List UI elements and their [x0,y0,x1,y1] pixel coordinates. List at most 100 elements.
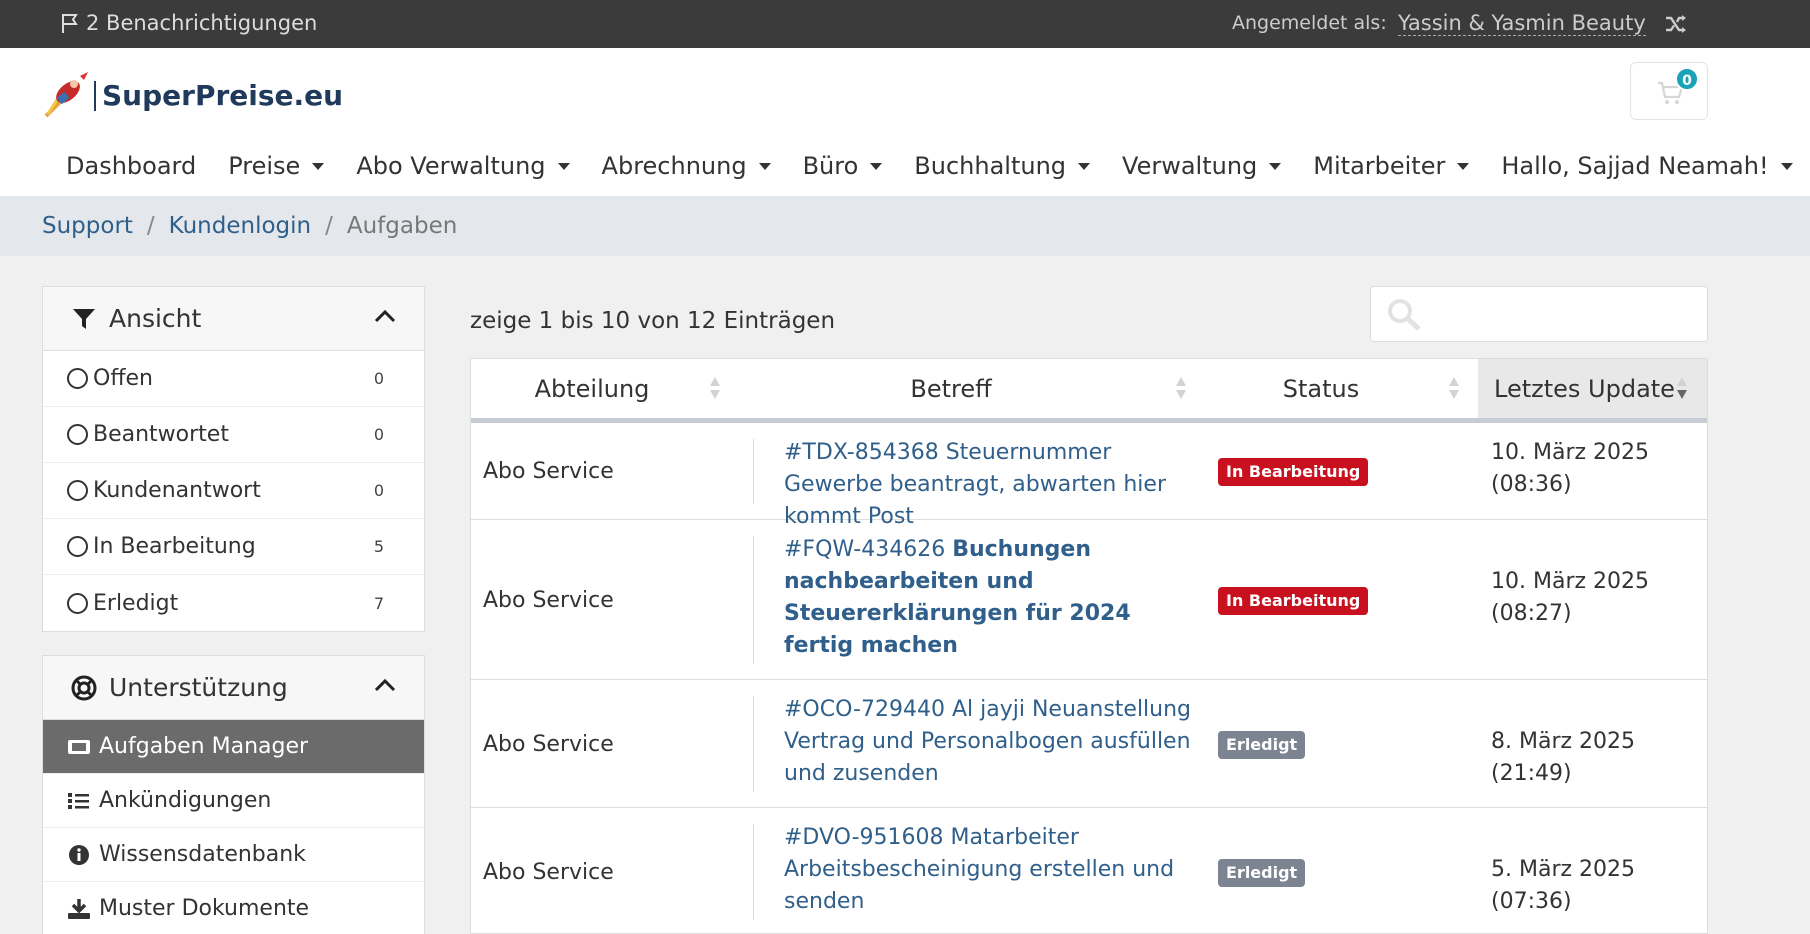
filter-offen[interactable]: Offen 0 [43,351,424,407]
row-department: Abo Service [483,459,614,484]
nav-abo-verwaltung[interactable]: Abo Verwaltung [340,148,585,184]
filter-beantwortet[interactable]: Beantwortet 0 [43,407,424,463]
row-subject-link[interactable]: #DVO-951608 Matarbeiter Arbeitsbescheini… [784,822,1204,918]
caret-down-icon [1078,162,1091,170]
info-icon [69,844,89,865]
radio-icon [67,536,88,557]
sort-desc-icon[interactable] [1676,375,1688,401]
caret-down-icon [1457,162,1470,170]
caret-down-icon [1269,162,1282,170]
filter-count: 5 [373,537,384,556]
nav-label: Dashboard [66,152,197,180]
view-panel-title: Ansicht [109,304,202,333]
nav-verwaltung[interactable]: Verwaltung [1106,148,1297,184]
column-status[interactable]: Status [1191,359,1451,418]
table-header: Abteilung Betreff Status Letztes Update [471,359,1707,423]
menu-aufgaben-manager[interactable]: Aufgaben Manager [43,720,424,774]
shuffle-icon[interactable] [1664,13,1688,35]
header: SuperPreise.eu 0 Dashboard Preise Abo Ve… [0,48,1810,196]
chevron-up-icon[interactable] [374,309,396,323]
nav-user-menu[interactable]: Hallo, Sajjad Neamah! [1485,148,1808,184]
search-icon [1388,299,1421,331]
radio-icon [67,424,88,445]
status-badge: In Bearbeitung [1218,458,1369,486]
nav-label: Abo Verwaltung [356,152,546,180]
filter-count: 0 [373,425,384,444]
nav-mitarbeiter[interactable]: Mitarbeiter [1297,148,1485,184]
update-date: 5. März 2025 (07:36) [1491,857,1636,914]
chevron-up-icon[interactable] [374,678,396,692]
menu-ankuendigungen[interactable]: Ankündigungen [43,774,424,828]
nav-label: Mitarbeiter [1313,152,1446,180]
column-letztes-update[interactable]: Letztes Update [1478,359,1707,418]
radio-icon [67,368,88,389]
tasks-table: Abteilung Betreff Status Letztes Update … [470,358,1708,934]
caret-down-icon [312,162,325,170]
filter-label: Beantwortet [93,422,229,447]
row-updated: 10. März 2025 (08:36) [1491,437,1701,501]
ticket-icon [68,739,90,754]
filter-kundenantwort[interactable]: Kundenantwort 0 [43,463,424,519]
update-date: 8. März 2025 (21:49) [1491,729,1636,786]
breadcrumb-kundenlogin[interactable]: Kundenlogin [169,213,311,239]
cell-divider [753,824,754,920]
radio-icon [67,592,88,614]
search-input[interactable] [1370,286,1708,342]
nav-buchhaltung[interactable]: Buchhaltung [898,148,1106,184]
row-department: Abo Service [483,587,614,613]
row-subject-link[interactable]: #FQW-434626 Buchungen nachbearbeiten und… [784,534,1204,662]
caret-down-icon [557,162,570,170]
sort-icon[interactable] [1175,375,1187,401]
lifebuoy-icon [71,675,97,700]
column-label: Betreff [910,374,992,403]
caret-down-icon [758,162,771,170]
menu-muster-dokumente[interactable]: Muster Dokumente [43,882,424,934]
cart-button[interactable]: 0 [1630,62,1708,120]
row-subject-link[interactable]: #OCO-729440 Al jayji Neuanstellung Vertr… [784,694,1204,790]
main-nav: Dashboard Preise Abo Verwaltung Abrechnu… [50,148,1809,184]
breadcrumb-support[interactable]: Support [42,213,133,239]
table-row[interactable]: Abo Service #FQW-434626 Buchungen nachbe… [471,520,1707,680]
status-badge: In Bearbeitung [1218,587,1369,615]
table-row[interactable]: Abo Service #DVO-951608 Matarbeiter Arbe… [471,808,1707,933]
filter-in-bearbeitung[interactable]: In Bearbeitung 5 [43,519,424,575]
row-department: Abo Service [483,859,614,885]
nav-label: Preise [228,152,301,180]
row-updated: 8. März 2025 (21:49) [1491,726,1701,790]
cart-count-badge: 0 [1675,67,1699,91]
nav-label: Hallo, Sajjad Neamah! [1501,152,1769,180]
update-date: 10. März 2025 [1491,440,1650,465]
column-abteilung[interactable]: Abteilung [471,359,713,418]
filter-label: Offen [93,366,153,391]
logo[interactable]: SuperPreise.eu [40,70,343,122]
support-panel-header[interactable]: Unterstützung [43,656,424,720]
nav-preise[interactable]: Preise [212,148,340,184]
nav-abrechnung[interactable]: Abrechnung [586,148,787,184]
sort-icon[interactable] [709,375,721,401]
breadcrumb: Support / Kundenlogin / Aufgaben [0,196,1810,256]
column-label: Status [1282,374,1360,403]
filter-erledigt[interactable]: Erledigt 7 [43,575,424,631]
view-panel-header[interactable]: Ansicht [43,287,424,351]
column-betreff[interactable]: Betreff [731,359,1171,418]
breadcrumb-separator: / [325,213,333,239]
menu-wissensdatenbank[interactable]: Wissensdatenbank [43,828,424,882]
row-subject-link[interactable]: #TDX-854368 Steuernummer Gewerbe beantra… [784,437,1204,533]
support-panel-title: Unterstützung [109,673,288,702]
login-user-link[interactable]: Yassin & Yasmin Beauty [1398,11,1646,36]
nav-dashboard[interactable]: Dashboard [50,148,212,184]
support-panel: Unterstützung Aufgaben Manager Ankündigu… [42,655,425,934]
sort-icon[interactable] [1448,375,1460,401]
cell-divider [753,696,754,792]
filter-icon [73,308,95,329]
table-row[interactable]: Abo Service #TDX-854368 Steuernummer Gew… [471,423,1707,529]
caret-down-icon [1780,162,1793,170]
menu-label: Muster Dokumente [99,896,310,921]
ticket-id: #TDX-854368 [784,440,939,465]
nav-buero[interactable]: Büro [787,148,899,184]
notifications-link[interactable]: 2 Benachrichtigungen [60,11,317,35]
notifications-label: 2 Benachrichtigungen [86,11,318,35]
row-status: In Bearbeitung [1218,587,1369,615]
table-row[interactable]: Abo Service #OCO-729440 Al jayji Neuanst… [471,680,1707,808]
menu-label: Ankündigungen [99,788,272,813]
